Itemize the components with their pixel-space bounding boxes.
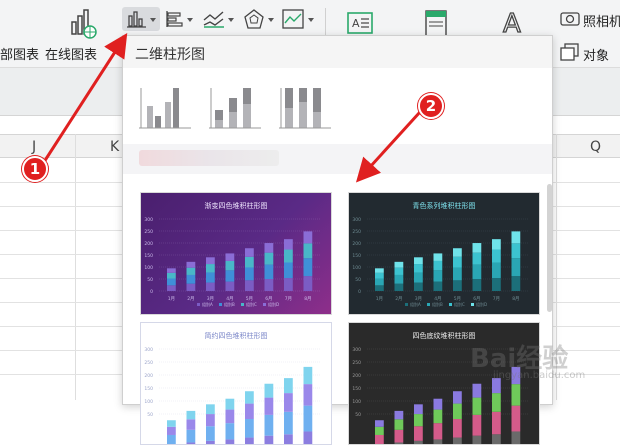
bar-segment — [304, 431, 313, 445]
bar-segment — [167, 435, 176, 445]
bar-segment — [265, 415, 274, 436]
bar-segment — [245, 438, 254, 445]
bar-segment — [375, 427, 384, 435]
step-2-badge: 2 — [418, 93, 444, 119]
bar-segment — [434, 423, 443, 439]
bar-segment — [434, 410, 443, 424]
bar-segment — [453, 438, 462, 445]
y-tick-label: 50 — [355, 412, 361, 418]
bar-segment — [395, 419, 404, 430]
bar-segment — [492, 434, 501, 445]
arrow-to-template — [360, 112, 420, 178]
bar-segment — [206, 404, 215, 414]
bar-segment — [414, 441, 423, 445]
bar-segment — [265, 436, 274, 445]
bar-segment — [414, 426, 423, 441]
step-1-badge: 1 — [22, 156, 48, 182]
arrow-to-chart-button — [44, 38, 124, 162]
bar-segment — [187, 430, 196, 443]
bar-segment — [434, 439, 443, 445]
bar-segment — [226, 439, 235, 445]
bar-segment — [245, 404, 254, 419]
bar-segment — [414, 414, 423, 426]
bar-segment — [473, 398, 482, 415]
bar-segment — [167, 427, 176, 435]
bar-segment — [512, 431, 521, 445]
bar-segment — [453, 404, 462, 419]
bar-segment — [434, 399, 443, 410]
bar-segment — [512, 406, 521, 432]
bar-segment — [206, 414, 215, 426]
bar-segment — [395, 411, 404, 419]
bar-segment — [453, 419, 462, 438]
bar-segment — [304, 406, 313, 432]
bar-segment — [473, 436, 482, 445]
bar-segment — [265, 398, 274, 415]
bar-segment — [226, 423, 235, 439]
bar-segment — [187, 411, 196, 419]
bar-segment — [414, 404, 423, 414]
bar-segment — [245, 419, 254, 438]
bar-segment — [492, 412, 501, 434]
bar-segment — [375, 435, 384, 445]
bar-segment — [473, 415, 482, 436]
bar-segment — [284, 434, 293, 445]
bar-segment — [284, 412, 293, 434]
bar-segment — [375, 420, 384, 427]
watermark-url: jingyan.baidu.com — [493, 370, 585, 381]
bar-segment — [187, 419, 196, 430]
bar-segment — [206, 441, 215, 445]
bar-segment — [395, 430, 404, 443]
bar-segment — [206, 426, 215, 441]
bar-segment — [167, 420, 176, 427]
bar-segment — [226, 399, 235, 410]
y-tick-label: 50 — [147, 412, 153, 418]
bar-segment — [226, 410, 235, 424]
